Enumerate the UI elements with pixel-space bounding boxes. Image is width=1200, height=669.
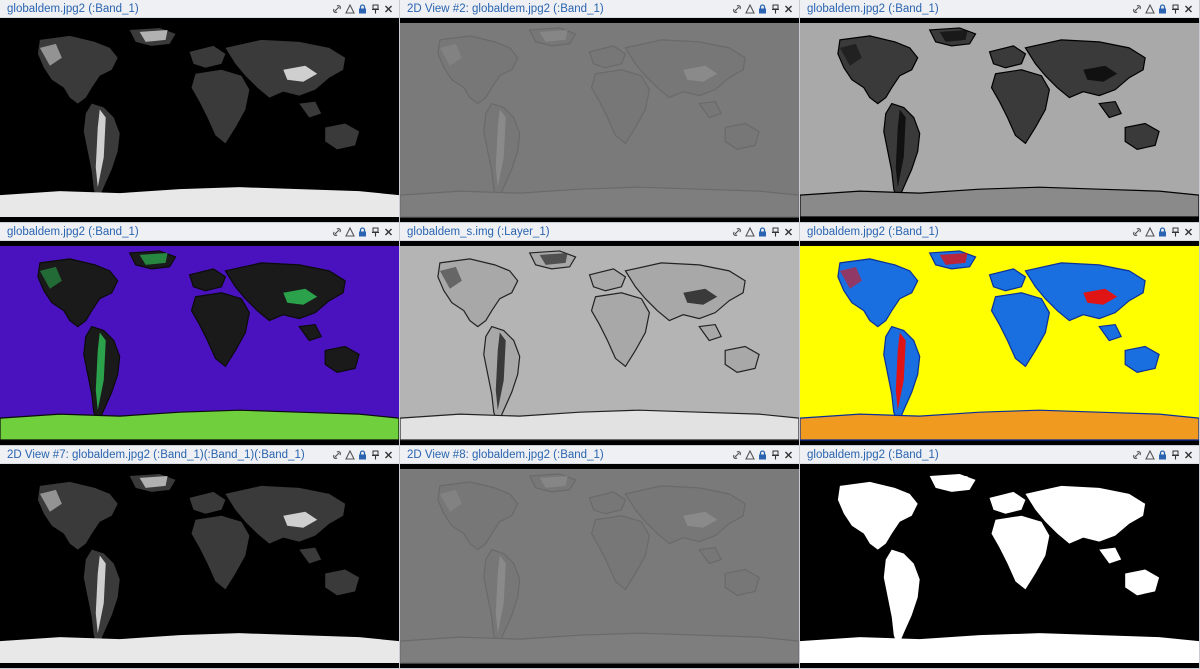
link-icon[interactable] [332,450,341,460]
view-panel-8[interactable]: 2D View #8: globaldem.jpg2 (:Band_1) [400,446,800,669]
panel-title: 2D View #8: globaldem.jpg2 (:Band_1) [407,448,604,461]
triangle-icon[interactable] [1145,449,1155,460]
triangle-icon[interactable] [1145,226,1155,237]
lock-icon[interactable] [758,449,767,460]
panel-toolbar [732,3,793,14]
close-icon[interactable] [784,450,793,460]
link-icon[interactable] [732,4,741,14]
panel-title: globaldem.jpg2 (:Band_1) [7,2,139,15]
view-panel-1[interactable]: globaldem.jpg2 (:Band_1) [0,0,400,223]
panel-toolbar [332,226,393,237]
pin-icon[interactable] [371,450,380,460]
link-icon[interactable] [1132,450,1141,460]
pin-icon[interactable] [771,450,780,460]
panel-titlebar[interactable]: globaldem.jpg2 (:Band_1) [800,223,1199,241]
panel-title: globaldem_s.img (:Layer_1) [407,225,550,238]
close-icon[interactable] [784,4,793,14]
panel-titlebar[interactable]: 2D View #2: globaldem.jpg2 (:Band_1) [400,0,799,18]
view-panel-4[interactable]: globaldem.jpg2 (:Band_1) [0,223,400,446]
map-canvas[interactable] [400,241,799,445]
panel-toolbar [1132,3,1193,14]
panel-titlebar[interactable]: globaldem_s.img (:Layer_1) [400,223,799,241]
link-icon[interactable] [332,227,341,237]
panel-title: globaldem.jpg2 (:Band_1) [807,2,939,15]
view-panel-9[interactable]: globaldem.jpg2 (:Band_1) [800,446,1200,669]
map-canvas[interactable] [800,241,1199,445]
close-icon[interactable] [384,450,393,460]
panel-toolbar [1132,449,1193,460]
lock-icon[interactable] [1158,449,1167,460]
triangle-icon[interactable] [745,226,755,237]
panel-title: 2D View #7: globaldem.jpg2 (:Band_1)(:Ba… [7,448,305,461]
map-canvas[interactable] [800,18,1199,222]
map-canvas[interactable] [0,241,399,445]
panel-titlebar[interactable]: globaldem.jpg2 (:Band_1) [0,0,399,18]
close-icon[interactable] [384,227,393,237]
lock-icon[interactable] [1158,226,1167,237]
map-canvas[interactable] [800,464,1199,668]
map-canvas[interactable] [400,18,799,222]
panel-toolbar [732,226,793,237]
lock-icon[interactable] [358,3,367,14]
panel-titlebar[interactable]: globaldem.jpg2 (:Band_1) [800,0,1199,18]
view-panel-3[interactable]: globaldem.jpg2 (:Band_1) [800,0,1200,223]
link-icon[interactable] [732,450,741,460]
pin-icon[interactable] [1171,450,1180,460]
link-icon[interactable] [1132,4,1141,14]
close-icon[interactable] [784,227,793,237]
pin-icon[interactable] [771,227,780,237]
triangle-icon[interactable] [345,226,355,237]
panel-titlebar[interactable]: globaldem.jpg2 (:Band_1) [800,446,1199,464]
lock-icon[interactable] [758,3,767,14]
close-icon[interactable] [1184,4,1193,14]
close-icon[interactable] [1184,450,1193,460]
panel-toolbar [332,449,393,460]
view-panel-7[interactable]: 2D View #7: globaldem.jpg2 (:Band_1)(:Ba… [0,446,400,669]
link-icon[interactable] [332,4,341,14]
pin-icon[interactable] [771,4,780,14]
panel-toolbar [732,449,793,460]
triangle-icon[interactable] [745,3,755,14]
link-icon[interactable] [732,227,741,237]
lock-icon[interactable] [758,226,767,237]
panel-titlebar[interactable]: 2D View #7: globaldem.jpg2 (:Band_1)(:Ba… [0,446,399,464]
close-icon[interactable] [1184,227,1193,237]
lock-icon[interactable] [1158,3,1167,14]
panel-title: globaldem.jpg2 (:Band_1) [7,225,139,238]
triangle-icon[interactable] [1145,3,1155,14]
lock-icon[interactable] [358,449,367,460]
view-panel-2[interactable]: 2D View #2: globaldem.jpg2 (:Band_1) [400,0,800,223]
close-icon[interactable] [384,4,393,14]
pin-icon[interactable] [371,227,380,237]
panel-title: globaldem.jpg2 (:Band_1) [807,225,939,238]
link-icon[interactable] [1132,227,1141,237]
triangle-icon[interactable] [345,3,355,14]
map-canvas[interactable] [0,464,399,668]
pin-icon[interactable] [1171,4,1180,14]
map-canvas[interactable] [0,18,399,222]
panel-titlebar[interactable]: 2D View #8: globaldem.jpg2 (:Band_1) [400,446,799,464]
panel-toolbar [1132,226,1193,237]
pin-icon[interactable] [371,4,380,14]
triangle-icon[interactable] [345,449,355,460]
triangle-icon[interactable] [745,449,755,460]
view-panel-6[interactable]: globaldem.jpg2 (:Band_1) [800,223,1200,446]
view-panel-5[interactable]: globaldem_s.img (:Layer_1) [400,223,800,446]
view-grid: globaldem.jpg2 (:Band_1) 2D View #2: glo… [0,0,1200,669]
panel-title: 2D View #2: globaldem.jpg2 (:Band_1) [407,2,604,15]
panel-titlebar[interactable]: globaldem.jpg2 (:Band_1) [0,223,399,241]
panel-toolbar [332,3,393,14]
pin-icon[interactable] [1171,227,1180,237]
panel-title: globaldem.jpg2 (:Band_1) [807,448,939,461]
map-canvas[interactable] [400,464,799,668]
lock-icon[interactable] [358,226,367,237]
